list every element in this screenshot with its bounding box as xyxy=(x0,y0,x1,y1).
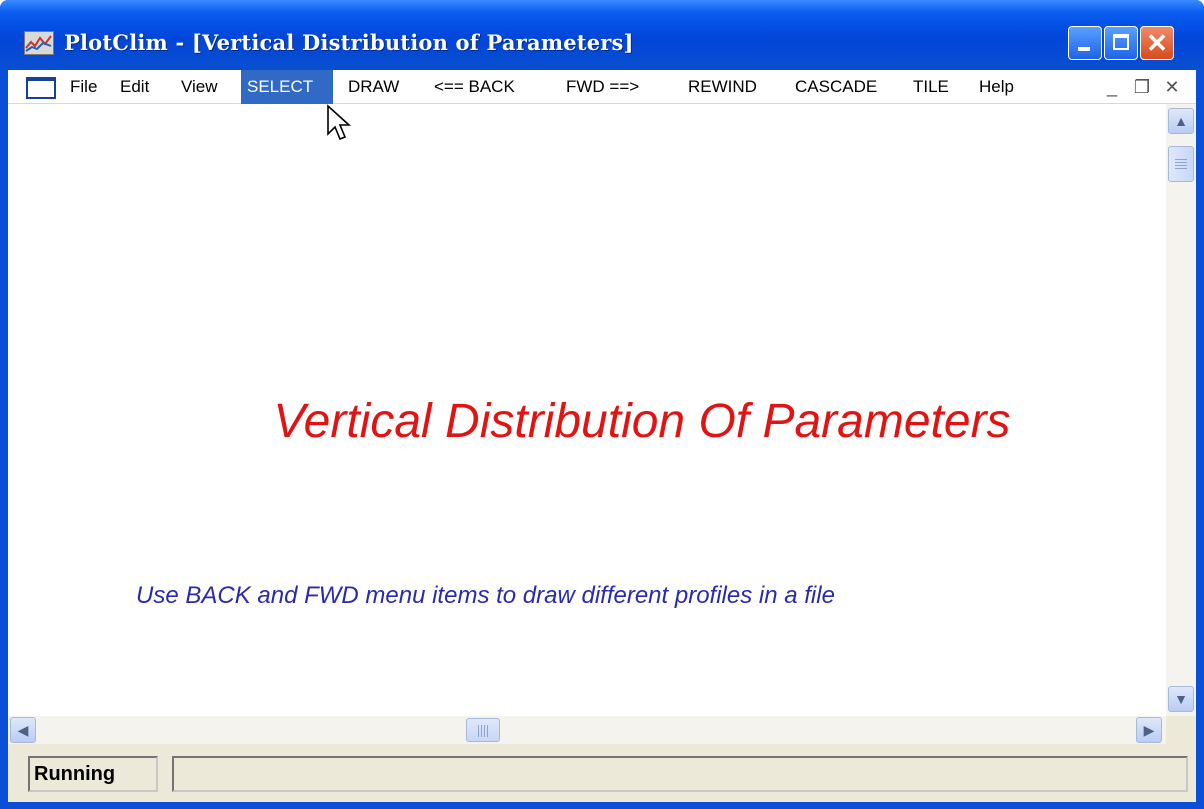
grip-icon xyxy=(478,725,490,737)
maximize-icon xyxy=(1113,34,1129,50)
menu-back[interactable]: <== BACK xyxy=(428,70,521,104)
menu-tile[interactable]: TILE xyxy=(907,70,955,104)
minimize-button[interactable] xyxy=(1068,26,1102,60)
scroll-left-icon[interactable]: ◀ xyxy=(10,717,36,743)
close-icon: ✕ xyxy=(1146,28,1168,58)
chart-icon[interactable] xyxy=(24,31,54,55)
scroll-down-icon[interactable]: ▼ xyxy=(1168,686,1194,712)
menu-file[interactable]: File xyxy=(64,70,103,104)
status-pane-secondary xyxy=(172,756,1188,792)
horizontal-scroll-thumb[interactable] xyxy=(466,718,500,742)
scroll-right-icon[interactable]: ▶ xyxy=(1136,717,1162,743)
grip-icon xyxy=(1175,159,1187,169)
mdi-restore-icon[interactable]: ❐ xyxy=(1130,70,1154,104)
page-heading: Vertical Distribution Of Parameters xyxy=(273,395,1011,448)
title-bar[interactable]: PlotClim - [Vertical Distribution of Par… xyxy=(0,0,1204,70)
scrollbar-corner xyxy=(1166,716,1196,744)
menu-help[interactable]: Help xyxy=(973,70,1020,104)
mdi-minimize-icon[interactable]: _ xyxy=(1100,70,1124,104)
maximize-button[interactable] xyxy=(1104,26,1138,60)
mouse-cursor-icon xyxy=(327,104,352,141)
close-button[interactable]: ✕ xyxy=(1140,26,1174,60)
main-frame: File Edit View SELECT DRAW <== BACK FWD … xyxy=(8,70,1196,802)
scroll-up-icon[interactable]: ▲ xyxy=(1168,108,1194,134)
vertical-scrollbar[interactable]: ▲ ▼ xyxy=(1166,104,1196,716)
menu-select[interactable]: SELECT xyxy=(241,70,333,104)
menu-draw[interactable]: DRAW xyxy=(342,70,405,104)
instruction-text: Use BACK and FWD menu items to draw diff… xyxy=(136,582,835,609)
menu-cascade[interactable]: CASCADE xyxy=(789,70,883,104)
status-bar: Running xyxy=(8,744,1196,802)
menu-fwd[interactable]: FWD ==> xyxy=(560,70,645,104)
menu-edit[interactable]: Edit xyxy=(114,70,155,104)
menu-view[interactable]: View xyxy=(175,70,224,104)
minimize-icon xyxy=(1078,47,1090,51)
vertical-scroll-thumb[interactable] xyxy=(1168,146,1194,182)
window-title: PlotClim - [Vertical Distribution of Par… xyxy=(64,30,634,55)
horizontal-scrollbar[interactable]: ◀ ▶ xyxy=(8,716,1166,744)
mdi-close-icon[interactable]: ✕ xyxy=(1160,70,1184,104)
menu-bar: File Edit View SELECT DRAW <== BACK FWD … xyxy=(8,70,1196,104)
document-area[interactable]: Vertical Distribution Of Parameters Use … xyxy=(8,104,1196,716)
document-icon[interactable] xyxy=(26,77,56,99)
status-text: Running xyxy=(28,756,158,792)
menu-rewind[interactable]: REWIND xyxy=(682,70,763,104)
app-window: PlotClim - [Vertical Distribution of Par… xyxy=(0,0,1204,809)
